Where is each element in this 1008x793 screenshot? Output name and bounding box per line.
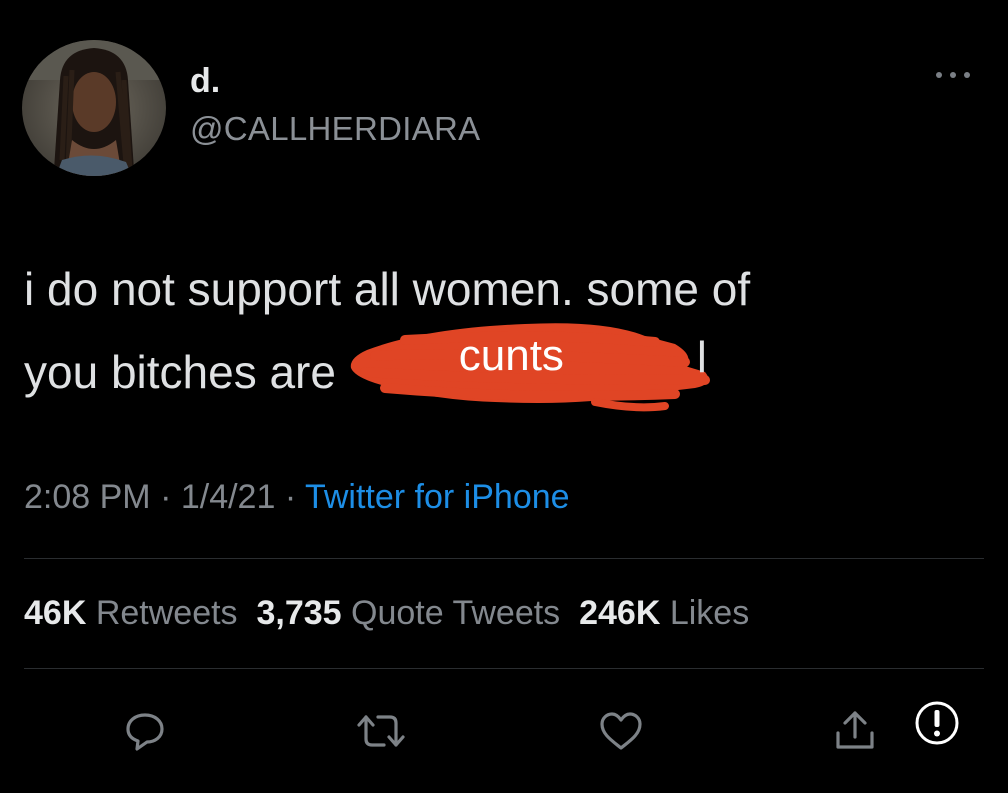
retweets-stat[interactable]: 46K Retweets bbox=[24, 594, 238, 632]
meta-separator: · bbox=[275, 478, 305, 516]
likes-stat[interactable]: 246K Likes bbox=[579, 594, 749, 632]
reply-button[interactable] bbox=[120, 706, 170, 756]
redaction-replacement-word: cunts bbox=[458, 331, 564, 380]
tweet-metadata: 2:08 PM · 1/4/21 · Twitter for iPhone bbox=[24, 478, 570, 517]
alert-icon[interactable] bbox=[914, 700, 960, 746]
more-dots-icon bbox=[936, 72, 970, 78]
retweets-label: Retweets bbox=[95, 594, 238, 632]
retweet-button[interactable] bbox=[356, 706, 406, 756]
tweet-text: i do not support all women. some of you … bbox=[24, 248, 974, 414]
share-button[interactable] bbox=[830, 706, 880, 756]
more-options-button[interactable] bbox=[932, 60, 974, 90]
like-button[interactable] bbox=[596, 706, 646, 756]
redaction-mark: l cunts bbox=[349, 323, 719, 412]
retweets-count: 46K bbox=[24, 594, 87, 632]
share-icon bbox=[836, 711, 874, 749]
divider bbox=[24, 558, 984, 559]
avatar-photo bbox=[22, 40, 166, 176]
svg-text:l: l bbox=[697, 333, 707, 382]
tweet-stats: 46K Retweets 3,735 Quote Tweets 246K Lik… bbox=[24, 594, 749, 633]
display-name[interactable]: d. bbox=[190, 62, 220, 101]
tweet-text-line-2-prefix: you bitches are bbox=[24, 346, 336, 398]
tweet-text-line-2: you bitches are l cunts bbox=[24, 323, 974, 414]
exclamation-circle-icon bbox=[915, 701, 959, 745]
meta-separator: · bbox=[150, 478, 181, 516]
avatar[interactable] bbox=[22, 40, 166, 176]
likes-label: Likes bbox=[669, 594, 750, 632]
tweet-source-link[interactable]: Twitter for iPhone bbox=[305, 478, 570, 516]
tweet-date: 1/4/21 bbox=[180, 478, 276, 516]
divider bbox=[24, 668, 984, 669]
like-icon bbox=[600, 712, 642, 750]
reply-icon bbox=[126, 713, 164, 751]
tweet-card: d. @CALLHERDIARA i do not support all wo… bbox=[0, 0, 1008, 793]
quote-tweets-stat[interactable]: 3,735 Quote Tweets bbox=[256, 594, 560, 632]
quote-tweets-count: 3,735 bbox=[256, 594, 342, 632]
tweet-time: 2:08 PM bbox=[24, 478, 151, 516]
user-handle[interactable]: @CALLHERDIARA bbox=[190, 110, 480, 148]
likes-count: 246K bbox=[579, 594, 661, 632]
quote-tweets-label: Quote Tweets bbox=[351, 594, 561, 632]
retweet-icon bbox=[357, 715, 405, 747]
